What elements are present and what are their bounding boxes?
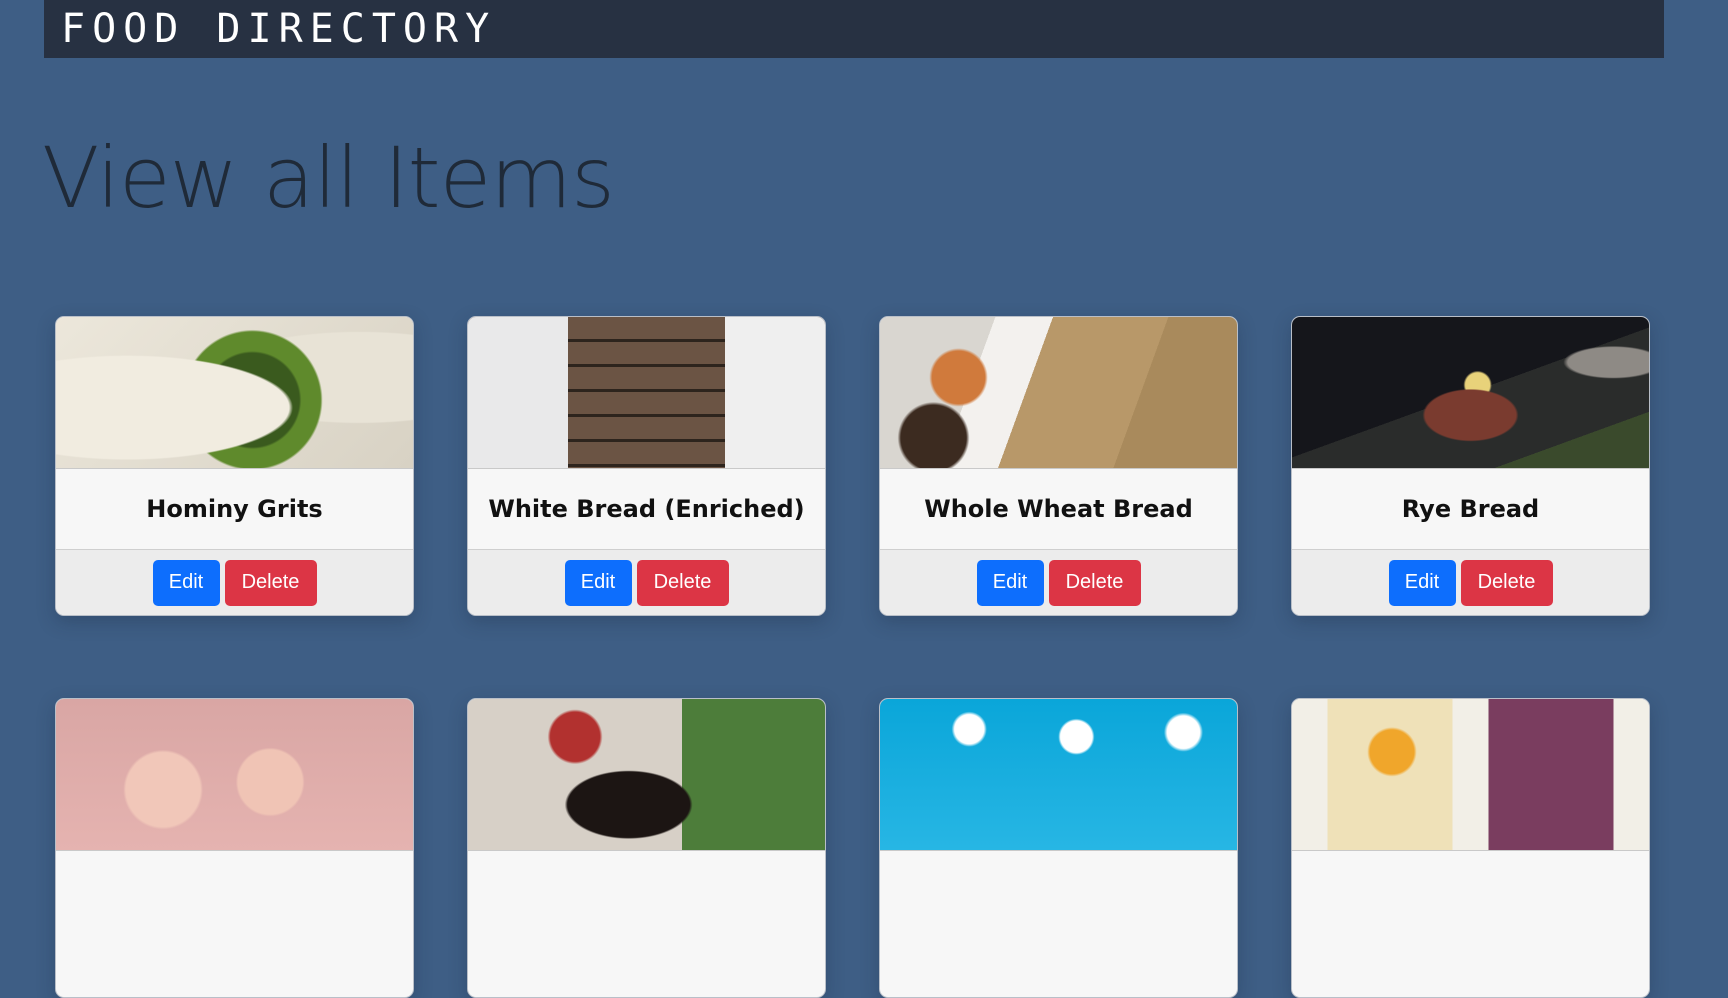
- delete-button[interactable]: Delete: [1460, 559, 1553, 606]
- item-title: Hominy Grits: [146, 495, 323, 523]
- item-title: Whole Wheat Bread: [924, 495, 1193, 523]
- item-card: Hominy Grits Edit Delete: [55, 316, 414, 616]
- edit-button[interactable]: Edit: [1388, 559, 1456, 606]
- item-card: [55, 698, 414, 998]
- item-image: [1292, 699, 1649, 851]
- item-card: [1291, 698, 1650, 998]
- item-card: [879, 698, 1238, 998]
- item-card-footer: Edit Delete: [1292, 550, 1649, 615]
- delete-button[interactable]: Delete: [224, 559, 317, 606]
- item-image: [880, 699, 1237, 851]
- items-grid: Hominy Grits Edit Delete White Bread (En…: [55, 316, 1650, 998]
- item-title: Rye Bread: [1401, 495, 1540, 523]
- item-card: [467, 698, 826, 998]
- item-card-footer: Edit Delete: [880, 550, 1237, 615]
- brand-logo[interactable]: FOOD DIRECTORY: [61, 0, 496, 58]
- item-card-footer: Edit Delete: [56, 550, 413, 615]
- edit-button[interactable]: Edit: [152, 559, 220, 606]
- item-title: White Bread (Enriched): [488, 495, 805, 523]
- navbar: FOOD DIRECTORY: [44, 0, 1664, 58]
- delete-button[interactable]: Delete: [1048, 559, 1141, 606]
- item-card-footer: Edit Delete: [468, 550, 825, 615]
- item-card-body: White Bread (Enriched): [468, 469, 825, 550]
- item-image: [468, 317, 825, 469]
- item-card: Whole Wheat Bread Edit Delete: [879, 316, 1238, 616]
- item-card-body: Whole Wheat Bread: [880, 469, 1237, 550]
- item-image: [880, 317, 1237, 469]
- item-image: [468, 699, 825, 851]
- edit-button[interactable]: Edit: [976, 559, 1044, 606]
- item-image: [56, 699, 413, 851]
- item-card: White Bread (Enriched) Edit Delete: [467, 316, 826, 616]
- item-card: Rye Bread Edit Delete: [1291, 316, 1650, 616]
- delete-button[interactable]: Delete: [636, 559, 729, 606]
- page-title: View all Items: [42, 129, 615, 227]
- item-card-body: Rye Bread: [1292, 469, 1649, 550]
- edit-button[interactable]: Edit: [564, 559, 632, 606]
- item-card-body: Hominy Grits: [56, 469, 413, 550]
- item-image: [1292, 317, 1649, 469]
- item-image: [56, 317, 413, 469]
